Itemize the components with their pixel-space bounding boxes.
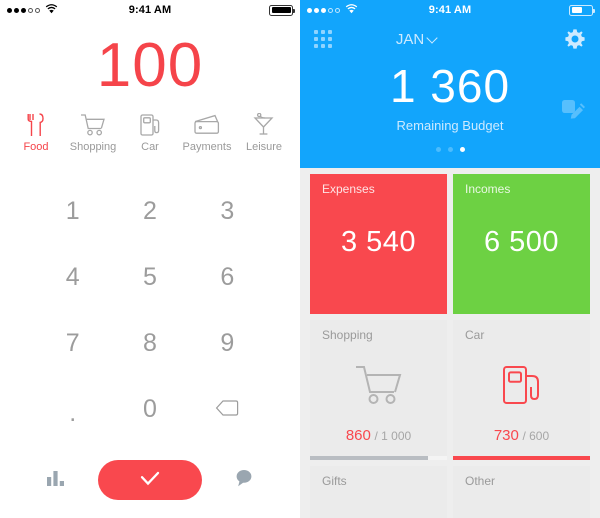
- keypad-key-8[interactable]: 8: [111, 310, 188, 376]
- left-status-time: 9:41 AM: [128, 4, 172, 16]
- checkmark-icon: [138, 470, 162, 491]
- remaining-budget-label: Remaining Budget: [396, 118, 504, 133]
- entered-amount-area: 100: [0, 20, 300, 112]
- category-label: Leisure: [245, 141, 283, 153]
- tile-value: 3 540: [340, 225, 417, 258]
- entered-amount: 100: [96, 31, 204, 100]
- gift-box-icon: [322, 488, 435, 518]
- tile-title: Expenses: [322, 182, 375, 196]
- chevron-down-icon: [426, 31, 438, 44]
- right-status-bar: 9:41 AM: [300, 0, 600, 20]
- left-bottom-toolbar: [0, 442, 300, 518]
- remaining-budget-value: 1 360: [389, 60, 511, 112]
- right-status-bar-right: [569, 4, 595, 16]
- fuel-pump-icon: [465, 342, 578, 427]
- tile-limit: / 1 000: [374, 429, 412, 443]
- category-tile-gifts[interactable]: Gifts: [310, 466, 447, 518]
- fuel-pump-icon: [139, 112, 161, 138]
- confirm-button[interactable]: [98, 460, 202, 500]
- keypad-key-5[interactable]: 5: [111, 244, 188, 310]
- keypad-key-1[interactable]: 1: [34, 178, 111, 244]
- tile-title: Incomes: [465, 182, 511, 196]
- category-tile-car[interactable]: Car 730 / 600: [453, 320, 590, 460]
- category-selector: Food Shopping Car Payments Leisure: [0, 112, 300, 170]
- tile-progress-numbers: 730 / 600: [465, 427, 578, 452]
- keypad-key-2[interactable]: 2: [111, 178, 188, 244]
- category-item-shopping[interactable]: Shopping: [65, 112, 121, 153]
- category-tile-other[interactable]: Other: [453, 466, 590, 518]
- category-label: Payments: [182, 141, 232, 153]
- category-label: Shopping: [69, 141, 117, 153]
- keypad-key-3[interactable]: 3: [189, 178, 266, 244]
- tile-progress-numbers: 860 / 1 000: [322, 427, 435, 452]
- right-phone-screen-dashboard: 9:41 AM JAN 1 360 Remaining Budget Expen…: [300, 0, 600, 518]
- progress-bar-track: [453, 456, 590, 460]
- keypad-key-0[interactable]: 0: [111, 376, 188, 442]
- tile-limit: / 600: [522, 429, 550, 443]
- left-status-bar-right: [269, 4, 295, 16]
- tile-spent: 730: [493, 427, 519, 444]
- category-item-leisure[interactable]: Leisure: [236, 112, 292, 153]
- speech-bubble-icon[interactable]: [234, 468, 254, 493]
- progress-bar-fill: [453, 456, 590, 460]
- keypad-key-6[interactable]: 6: [189, 244, 266, 310]
- category-tile-shopping[interactable]: Shopping 860 / 1 000: [310, 320, 447, 460]
- cocktail-glass-icon: [252, 112, 276, 138]
- wallet-icon: [193, 112, 221, 138]
- dual-phone-mockup: 9:41 AM 100 Food Shopping Car Payments L…: [0, 0, 600, 518]
- tile-title: Gifts: [322, 474, 347, 488]
- numeric-keypad: 1 2 3 4 5 6 7 8 9 . 0: [0, 170, 300, 442]
- page-indicator-dots[interactable]: [300, 147, 600, 152]
- dashboard-tiles: Expenses 3 540 Incomes 6 500 Shopping 86…: [300, 168, 600, 518]
- tile-value: 6 500: [483, 225, 560, 258]
- keypad-key-9[interactable]: 9: [189, 310, 266, 376]
- tile-title: Shopping: [322, 328, 373, 342]
- progress-bar-fill: [310, 456, 428, 460]
- category-label: Car: [141, 141, 159, 153]
- category-item-car[interactable]: Car: [122, 112, 178, 153]
- backspace-icon: [215, 395, 239, 424]
- battery-half-icon: [569, 4, 595, 16]
- header-toolbar: JAN: [300, 20, 600, 58]
- keypad-key-backspace[interactable]: [189, 376, 266, 442]
- grid-menu-icon[interactable]: [314, 30, 332, 48]
- tile-title: Car: [465, 328, 485, 342]
- battery-full-icon: [269, 4, 295, 16]
- summary-tile-expenses[interactable]: Expenses 3 540: [310, 174, 447, 314]
- shopping-cart-icon: [80, 112, 106, 138]
- category-item-payments[interactable]: Payments: [179, 112, 235, 153]
- keypad-key-4[interactable]: 4: [34, 244, 111, 310]
- category-item-food[interactable]: Food: [8, 112, 64, 153]
- category-label: Food: [23, 141, 49, 153]
- budget-balance-block: 1 360 Remaining Budget: [300, 60, 600, 133]
- tag-pencil-icon[interactable]: [560, 96, 586, 125]
- keypad-key-7[interactable]: 7: [34, 310, 111, 376]
- month-selector[interactable]: JAN: [395, 30, 438, 48]
- month-label: JAN: [395, 30, 425, 48]
- shopping-cart-icon: [322, 342, 435, 427]
- bar-chart-icon[interactable]: [46, 469, 66, 492]
- left-status-bar: 9:41 AM: [0, 0, 300, 20]
- gear-icon[interactable]: [564, 28, 586, 50]
- shopping-bag-icon: [465, 488, 578, 518]
- tile-title: Other: [465, 474, 496, 488]
- tile-spent: 860: [345, 427, 371, 444]
- keypad-key-decimal[interactable]: .: [34, 376, 111, 442]
- right-status-time: 9:41 AM: [428, 4, 472, 16]
- progress-bar-track: [310, 456, 447, 460]
- budget-header: JAN 1 360 Remaining Budget: [300, 20, 600, 168]
- summary-tile-incomes[interactable]: Incomes 6 500: [453, 174, 590, 314]
- fork-knife-icon: [26, 112, 46, 138]
- left-phone-screen-add-expense: 9:41 AM 100 Food Shopping Car Payments L…: [0, 0, 300, 518]
